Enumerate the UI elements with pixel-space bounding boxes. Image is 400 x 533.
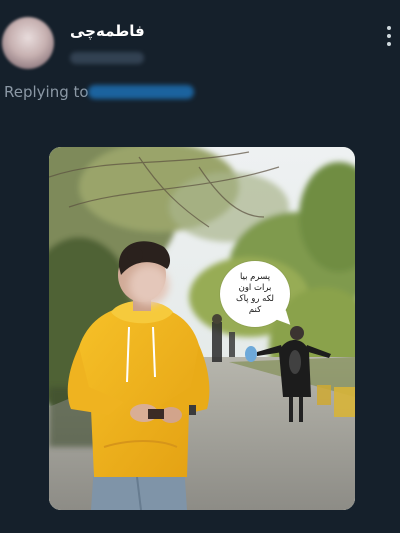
avatar[interactable] xyxy=(2,17,54,69)
author-handle-redacted xyxy=(70,52,144,64)
tweet-reply-screen: فاطمه‌چی Replying to xyxy=(0,0,400,533)
menu-dot xyxy=(387,42,391,46)
author-name[interactable]: فاطمه‌چی xyxy=(70,22,145,40)
more-vertical-icon[interactable] xyxy=(386,26,392,46)
menu-dot xyxy=(387,26,391,30)
speech-bubble: پسرم بیا برات اون لکه رو پاک کنم xyxy=(220,261,290,327)
meme-photo xyxy=(49,147,355,510)
tweet-media-image[interactable]: پسرم بیا برات اون لکه رو پاک کنم xyxy=(49,147,355,510)
reply-target-link-redacted[interactable] xyxy=(88,85,194,99)
menu-dot xyxy=(387,34,391,38)
speech-bubble-text: پسرم بیا برات اون لکه رو پاک کنم xyxy=(235,272,275,315)
replying-to-label: Replying to xyxy=(4,83,89,101)
